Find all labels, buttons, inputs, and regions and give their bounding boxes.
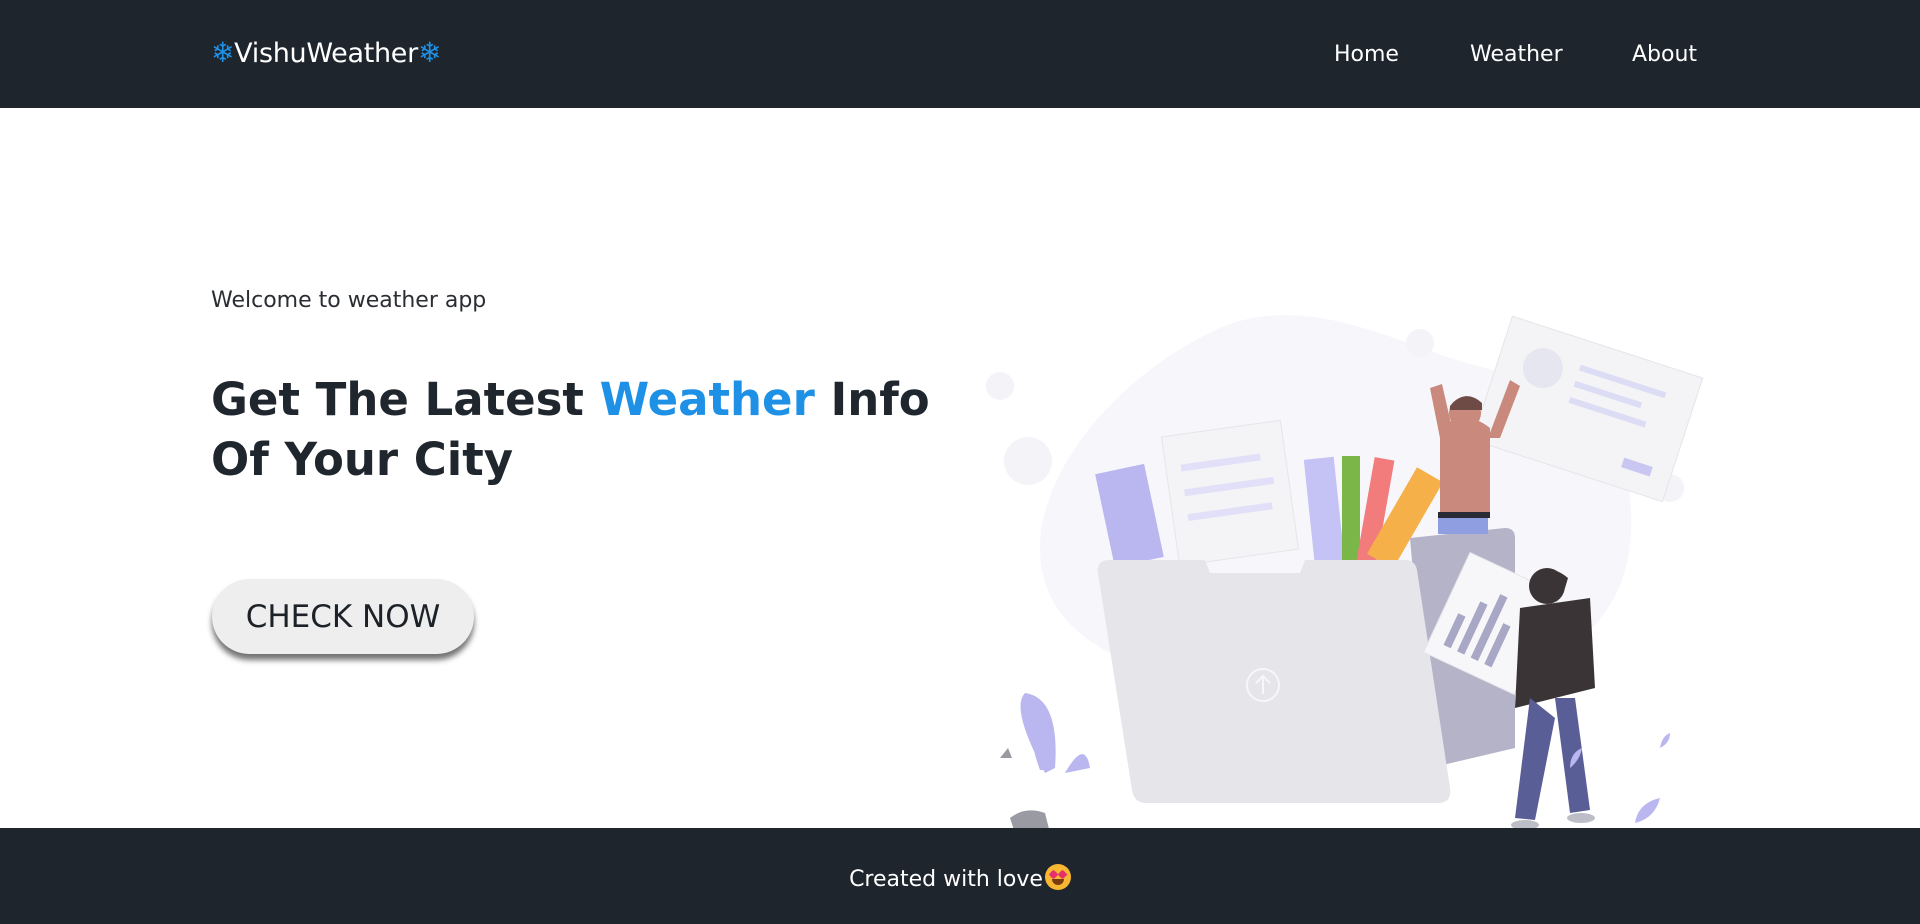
navbar: ❄VishuWeather❄ Home Weather About [0, 0, 1920, 108]
welcome-text: Welcome to weather app [211, 288, 487, 313]
nav-link-about[interactable]: About [1632, 42, 1697, 67]
headline-accent: Weather [599, 373, 815, 426]
page-title: Get The Latest Weather Info Of Your City [211, 370, 931, 490]
upload-folder-illustration [986, 315, 1704, 836]
footer-text-row: Created with love [0, 864, 1920, 892]
hero-section: Welcome to weather app Get The Latest We… [0, 108, 1920, 836]
check-now-button[interactable]: CHECK NOW [212, 579, 474, 654]
footer-text: Created with love [849, 867, 1043, 892]
footer: Created with love [0, 828, 1920, 924]
heart-eyes-emoji-icon [1044, 864, 1071, 890]
headline-start: Get The Latest [211, 373, 600, 426]
snowflake-icon: ❄ [417, 36, 442, 69]
nav-link-home[interactable]: Home [1334, 42, 1399, 67]
nav-link-weather[interactable]: Weather [1470, 42, 1563, 67]
brand-logo[interactable]: ❄VishuWeather❄ [211, 36, 441, 69]
brand-name: VishuWeather [234, 38, 418, 69]
snowflake-icon: ❄ [211, 36, 235, 69]
